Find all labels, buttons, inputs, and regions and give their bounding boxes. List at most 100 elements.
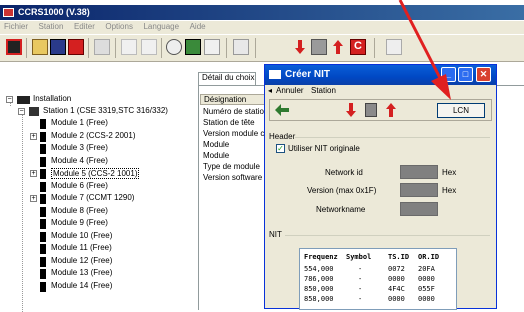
detail-row: Type de module xyxy=(203,162,260,171)
open-folder-icon[interactable] xyxy=(32,39,48,55)
dialog-title-bar[interactable]: Créer NIT _ □ ✕ xyxy=(265,65,496,85)
tree-module-label: Module 13 (Free) xyxy=(51,268,113,277)
app-icon xyxy=(3,8,14,17)
use-original-nit-label: Utiliser NIT originale xyxy=(288,144,360,153)
use-original-nit-checkbox[interactable]: ✓ xyxy=(276,144,285,153)
module-icon xyxy=(40,269,46,279)
clock-icon[interactable] xyxy=(166,39,182,55)
menu-editer[interactable]: Editer xyxy=(70,21,99,32)
menu-station[interactable]: Station xyxy=(311,86,336,95)
station-tree: − Installation − Station 1 (CSE 3319,STC… xyxy=(0,94,195,312)
minimize-button[interactable]: _ xyxy=(441,67,456,82)
main-menu-bar: Fichier Station Editer Options Language … xyxy=(0,21,524,34)
close-button[interactable]: ✕ xyxy=(476,67,491,82)
tree-module-label: Module 7 (CCMT 1290) xyxy=(51,193,135,202)
page-icon[interactable] xyxy=(204,39,220,55)
green-back-arrow-icon[interactable] xyxy=(274,103,290,117)
detail-row: Station de tête xyxy=(203,118,255,127)
dialog-app-icon xyxy=(269,70,281,79)
maximize-button[interactable]: □ xyxy=(458,67,473,82)
c-icon[interactable]: C xyxy=(350,39,366,55)
tree-module-label: Module 4 (Free) xyxy=(51,155,108,165)
tree-module-label: Module 12 (Free) xyxy=(51,255,113,265)
menu-fichier[interactable]: Fichier xyxy=(0,21,32,32)
window-icon[interactable] xyxy=(121,39,137,55)
networkname-field[interactable] xyxy=(400,202,438,216)
window2-icon[interactable] xyxy=(141,39,157,55)
nit-group-label: NIT xyxy=(269,230,282,239)
nit-table-cell: 055F xyxy=(418,285,435,293)
nit-table-cell: 850,000 xyxy=(304,285,334,293)
module-icon xyxy=(40,156,46,167)
version-field[interactable] xyxy=(400,183,438,197)
tree-module-label: Module 11 (Free) xyxy=(51,243,112,252)
nit-table[interactable]: Frequenz Symbol TS.ID OR.ID 554,000 - 0072… xyxy=(299,248,457,310)
create-nit-dialog: Créer NIT _ □ ✕ ◂ Annuler Station LCN He… xyxy=(264,64,497,310)
module-icon xyxy=(40,169,46,179)
print-icon[interactable] xyxy=(94,39,110,55)
menu-aide[interactable]: Aide xyxy=(186,21,210,32)
menu-station[interactable]: Station xyxy=(35,21,68,32)
tree-module-label: Module 9 (Free) xyxy=(51,218,108,227)
main-window-title: CCRS1000 (V.38) xyxy=(18,7,90,17)
header-group-label: Header xyxy=(269,132,296,141)
module-icon xyxy=(40,181,46,192)
nit-table-cell: 0000 xyxy=(418,275,435,283)
main-title-bar: CCRS1000 (V.38) xyxy=(0,5,524,20)
network-id-field[interactable] xyxy=(400,165,438,179)
nit-table-header: Frequenz Symbol TS.ID OR.ID xyxy=(300,253,439,262)
main-toolbar: C xyxy=(0,35,524,62)
station-icon xyxy=(29,107,39,116)
expand-icon[interactable]: + xyxy=(30,132,37,140)
module-icon[interactable] xyxy=(311,39,327,55)
tab-detail[interactable]: Détail du choix xyxy=(198,72,256,85)
module-icon xyxy=(40,206,46,217)
red-tool-icon[interactable] xyxy=(68,39,84,55)
tree-module-label: Module 14 (Free) xyxy=(51,280,113,290)
column-header: TS.ID xyxy=(388,253,410,261)
red-arrow-up-icon[interactable] xyxy=(384,102,398,118)
red-arrow-down-icon[interactable] xyxy=(344,102,358,118)
tree-station-label: Station 1 (CSE 3319,STC 316/332) xyxy=(43,106,168,115)
collapse-icon[interactable]: − xyxy=(18,108,25,115)
menu-annuler[interactable]: Annuler xyxy=(276,86,304,95)
dialog-menu-bar: ◂ Annuler Station xyxy=(265,85,496,97)
module-icon xyxy=(40,194,46,204)
detail-row: Module xyxy=(203,151,230,160)
column-header: Frequenz xyxy=(304,253,338,261)
network-id-label: Network id xyxy=(325,168,363,177)
module-icon[interactable] xyxy=(365,103,377,117)
green-tool-icon[interactable] xyxy=(185,39,201,55)
tool-icon[interactable] xyxy=(386,39,402,55)
nit-table-cell: 554,000 xyxy=(304,265,334,273)
red-arrow-up-icon[interactable] xyxy=(330,39,346,55)
expand-icon[interactable]: + xyxy=(30,170,37,177)
tree-module-label: Module 10 (Free) xyxy=(51,230,113,240)
column-header: Symbol xyxy=(346,253,372,261)
nit-table-cell: - xyxy=(358,285,363,293)
grid-icon[interactable] xyxy=(233,39,249,55)
nit-table-cell: - xyxy=(358,295,363,303)
column-header-designation[interactable]: Désignation xyxy=(200,94,270,105)
menu-options[interactable]: Options xyxy=(101,21,137,32)
lcn-button[interactable]: LCN xyxy=(437,103,485,118)
tree-module-label: Module 5 (CCS-2 1001) xyxy=(51,168,140,179)
module-icon xyxy=(40,281,46,292)
red-arrow-down-icon[interactable] xyxy=(292,39,308,55)
module-icon xyxy=(40,131,46,142)
module-icon xyxy=(40,219,46,229)
network-id-unit: Hex xyxy=(442,168,457,177)
collapse-icon[interactable]: − xyxy=(6,96,13,103)
nit-table-cell: 858,000 xyxy=(304,295,334,303)
nit-table-cell: 20FA xyxy=(418,265,435,273)
detail-row: Version module c xyxy=(203,129,265,138)
nit-table-cell: 786,000 xyxy=(304,275,334,283)
detail-row: Numéro de statio xyxy=(203,107,264,116)
tree-module-label: Module 2 (CCS-2 2001) xyxy=(51,130,136,140)
detail-row: Version software xyxy=(203,173,263,182)
menu-language[interactable]: Language xyxy=(139,21,183,32)
stop-icon[interactable] xyxy=(6,39,22,55)
save-icon[interactable] xyxy=(50,39,66,55)
expand-icon[interactable]: + xyxy=(30,195,37,202)
networkname-label: Networkname xyxy=(316,205,366,214)
